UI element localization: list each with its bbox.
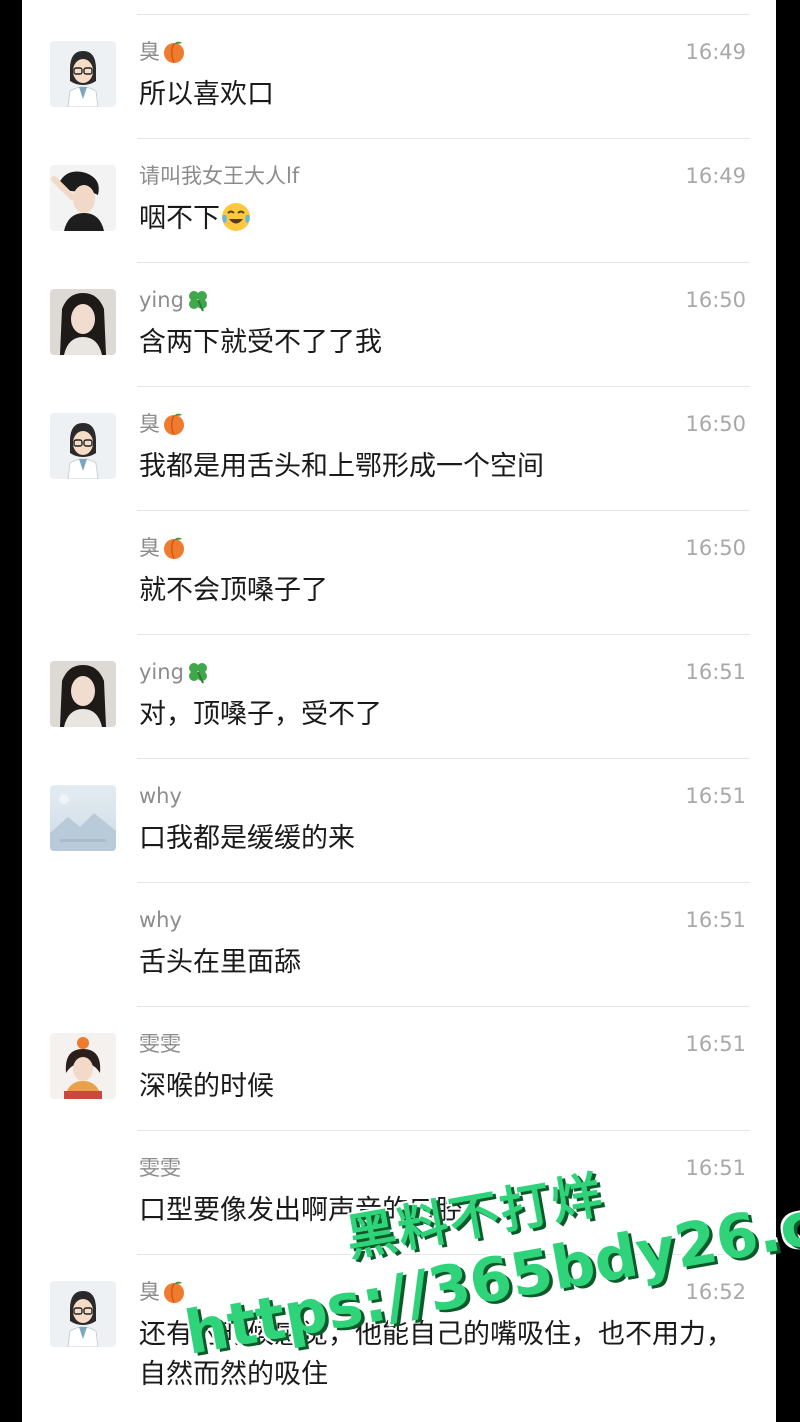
message-text-content: 口型要像发出啊声音的口腔 <box>139 1195 463 1226</box>
message-list[interactable]: 臭 16:49 所以喜欢口请叫我女王大人lf 16:49 咽不下 ying 16:50 含两下… <box>22 15 776 1422</box>
clover-icon <box>186 660 210 684</box>
message-item[interactable]: ying 16:51 对，顶嗓子，受不了 <box>22 635 776 759</box>
sender-name-text: 臭 <box>139 412 160 436</box>
message-text: 咽不下 <box>139 199 739 239</box>
sender-name: ying <box>139 285 210 315</box>
sender-name: 臭 <box>139 409 186 439</box>
sender-name: 臭 <box>139 533 186 563</box>
sender-name: why <box>139 905 182 935</box>
sender-name-text: 雯雯 <box>139 1032 181 1056</box>
message-time: 16:52 <box>685 1280 746 1304</box>
avatar[interactable] <box>50 165 116 231</box>
message-time: 16:51 <box>685 1032 746 1056</box>
peach-icon <box>162 536 186 560</box>
sender-name: 请叫我女王大人lf <box>139 161 299 191</box>
chat-screen: 臭 16:49 所以喜欢口请叫我女王大人lf 16:49 咽不下 ying 16:50 含两下… <box>22 0 776 1422</box>
message-text-content: 对，顶嗓子，受不了 <box>139 699 382 730</box>
avatar[interactable] <box>50 1281 116 1347</box>
message-time: 16:50 <box>685 288 746 312</box>
peach-icon <box>162 412 186 436</box>
message-item[interactable]: ying 16:50 含两下就受不了了我 <box>22 263 776 387</box>
message-text: 深喉的时候 <box>139 1067 739 1107</box>
avatar[interactable] <box>50 1033 116 1099</box>
message-item[interactable]: 雯雯 16:51 口型要像发出啊声音的口腔 <box>22 1131 776 1255</box>
message-text-content: 含两下就受不了了我 <box>139 327 382 358</box>
avatar[interactable] <box>50 785 116 851</box>
sender-name-text: 臭 <box>139 1280 160 1304</box>
sender-name-text: 臭 <box>139 536 160 560</box>
sender-name: 臭 <box>139 1277 186 1307</box>
sender-name-text: 请叫我女王大人lf <box>139 164 300 188</box>
message-text-content: 我都是用舌头和上鄂形成一个空间 <box>139 451 544 482</box>
message-text: 所以喜欢口 <box>139 75 739 115</box>
message-text: 还有的时候感觉，他能自己的嘴吸住，也不用力，自然而然的吸住 <box>139 1315 739 1395</box>
message-time: 16:49 <box>685 164 746 188</box>
message-time: 16:50 <box>685 536 746 560</box>
message-item[interactable]: 臭 16:50 就不会顶嗓子了 <box>22 511 776 635</box>
message-item[interactable]: why 16:51 口我都是缓缓的来 <box>22 759 776 883</box>
message-text-content: 所以喜欢口 <box>139 79 274 110</box>
message-text: 口我都是缓缓的来 <box>139 819 739 859</box>
sender-name: 雯雯 <box>139 1153 181 1183</box>
sender-name: ying <box>139 657 210 687</box>
sender-name: why <box>139 781 182 811</box>
avatar[interactable] <box>50 41 116 107</box>
message-text: 舌头在里面舔 <box>139 943 739 983</box>
message-item[interactable]: 臭 16:52 还有的时候感觉，他能自己的嘴吸住，也不用力，自然而然的吸住 <box>22 1255 776 1422</box>
message-item[interactable]: why 16:51 舌头在里面舔 <box>22 883 776 1007</box>
peach-icon <box>162 40 186 64</box>
message-text-content: 还有的时候感觉，他能自己的嘴吸住，也不用力，自然而然的吸住 <box>139 1319 733 1390</box>
peach-icon <box>162 1280 186 1304</box>
message-text-content: 深喉的时候 <box>139 1071 274 1102</box>
sender-name-text: why <box>139 784 182 808</box>
sender-name: 臭 <box>139 37 186 67</box>
message-time: 16:51 <box>685 784 746 808</box>
crying-laughing-icon <box>220 201 252 233</box>
message-text: 含两下就受不了了我 <box>139 323 739 363</box>
message-text-content: 咽不下 <box>139 203 220 234</box>
message-text-content: 口我都是缓缓的来 <box>139 823 355 854</box>
message-text: 对，顶嗓子，受不了 <box>139 695 739 735</box>
sender-name-text: why <box>139 908 182 932</box>
avatar[interactable] <box>50 413 116 479</box>
message-item[interactable]: 臭 16:50 我都是用舌头和上鄂形成一个空间 <box>22 387 776 511</box>
message-time: 16:51 <box>685 660 746 684</box>
avatar[interactable] <box>50 289 116 355</box>
avatar[interactable] <box>50 661 116 727</box>
clover-icon <box>186 288 210 312</box>
message-text: 我都是用舌头和上鄂形成一个空间 <box>139 447 739 487</box>
message-text: 就不会顶嗓子了 <box>139 571 739 611</box>
sender-name-text: 雯雯 <box>139 1156 181 1180</box>
sender-name-text: ying <box>139 288 184 312</box>
message-text: 口型要像发出啊声音的口腔 <box>139 1191 739 1231</box>
message-item[interactable]: 臭 16:49 所以喜欢口 <box>22 15 776 139</box>
sender-name-text: 臭 <box>139 40 160 64</box>
message-time: 16:51 <box>685 1156 746 1180</box>
sender-name-text: ying <box>139 660 184 684</box>
message-text-content: 就不会顶嗓子了 <box>139 575 328 606</box>
message-item[interactable]: 雯雯 16:51 深喉的时候 <box>22 1007 776 1131</box>
message-text-content: 舌头在里面舔 <box>139 947 301 978</box>
sender-name: 雯雯 <box>139 1029 181 1059</box>
message-item[interactable]: 请叫我女王大人lf 16:49 咽不下 <box>22 139 776 263</box>
message-time: 16:49 <box>685 40 746 64</box>
message-time: 16:51 <box>685 908 746 932</box>
message-time: 16:50 <box>685 412 746 436</box>
